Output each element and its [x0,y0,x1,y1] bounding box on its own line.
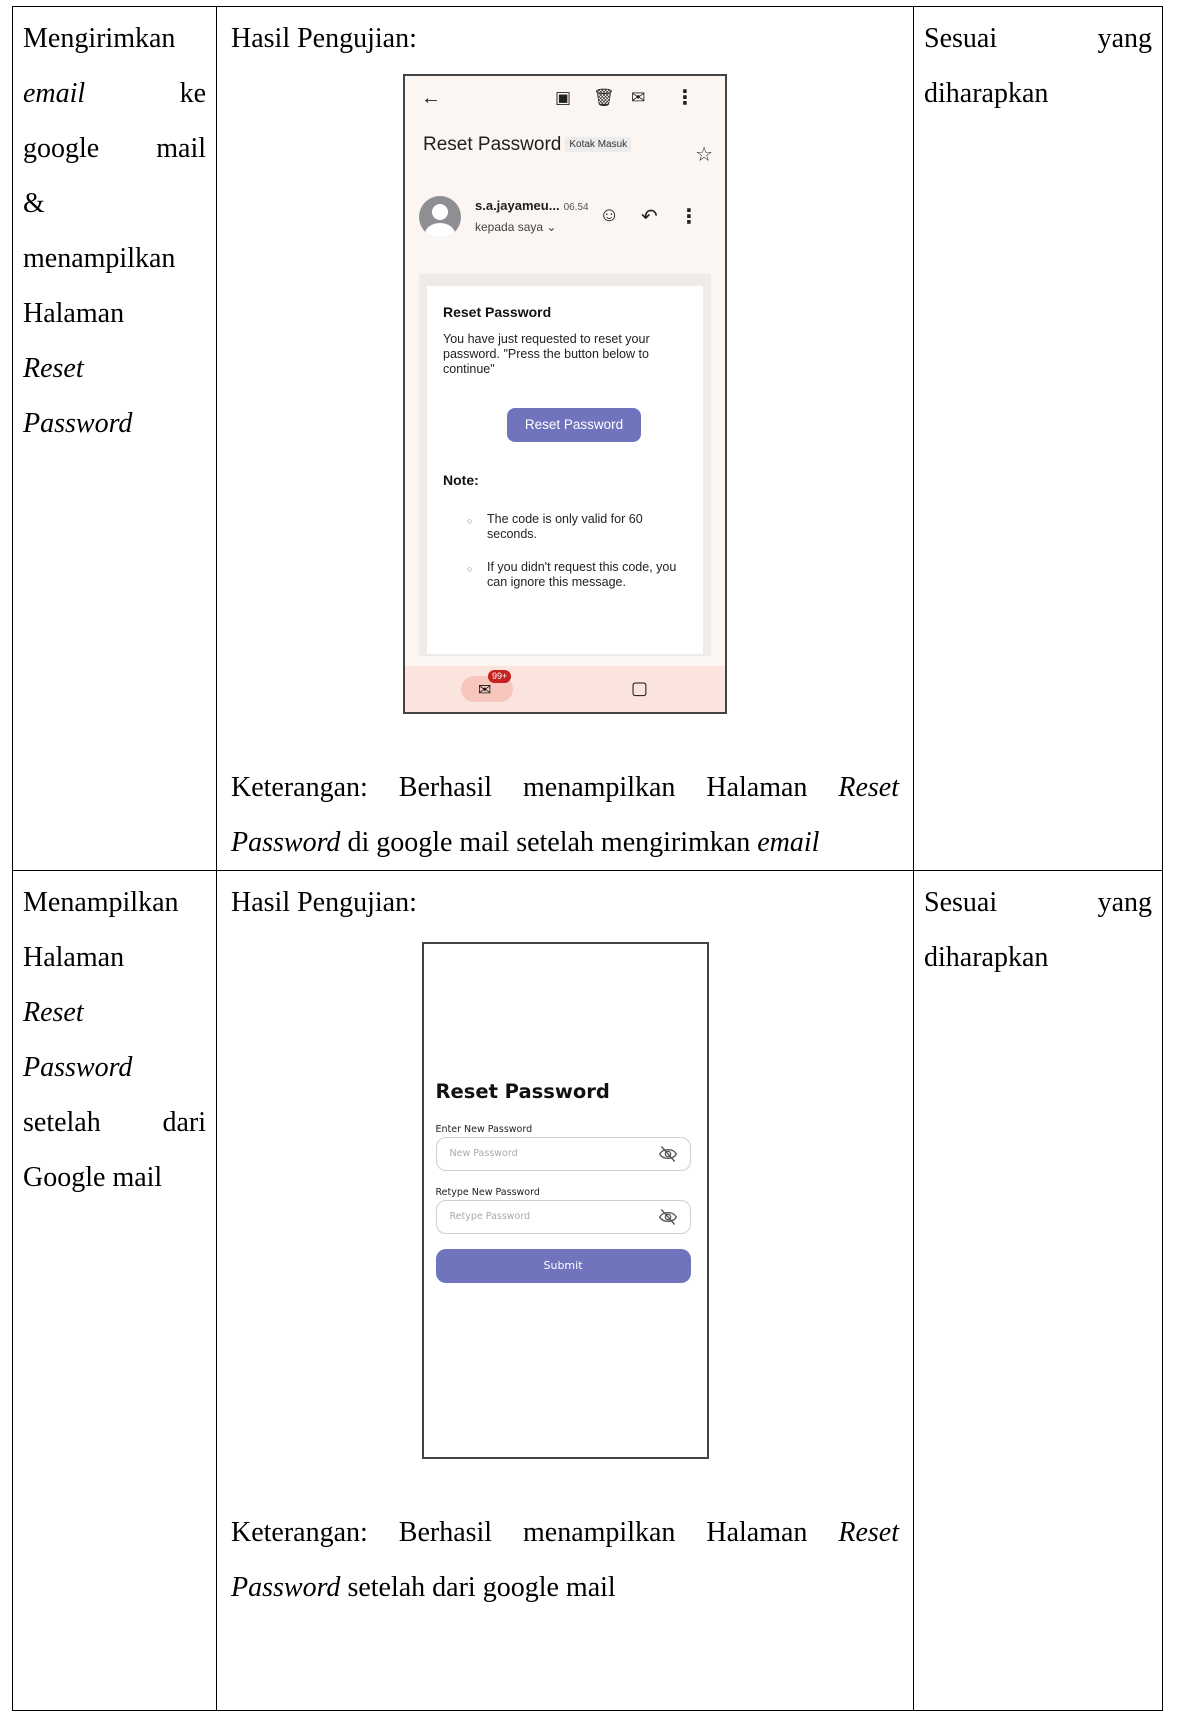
keterangan: Keterangan: Berhasil menampilkan Halaman… [217,1505,913,1615]
note-title: Note: [443,472,479,488]
keterangan-word: Reset [838,772,899,803]
keterangan-text: setelah dari google mail [340,1572,616,1603]
bottom-nav: ✉ 99+ ▢ [405,666,725,712]
new-password-placeholder: New Password [449,1148,518,1159]
email-time: 06.54 [563,202,589,213]
page-title: Reset Password [435,1080,610,1103]
scenario-line: Menampilkan [23,887,179,918]
status-cell: Sesuai yang diharapkan [913,870,1163,1711]
more-vert-icon[interactable]: ⋮ [675,88,695,108]
inbox-label-badge[interactable]: Kotak Masuk [565,137,632,152]
table-row: Mengirimkan email ke google mail & menampi… [12,6,1163,871]
scenario-word: dari [162,1107,206,1138]
table-row: Menampilkan Halaman Reset Password setel… [12,870,1163,1711]
keterangan-italic: Password [231,1572,341,1603]
keterangan-italic: Password [231,827,341,858]
status-word: yang [1097,887,1152,918]
mail-icon[interactable]: ✉ [478,680,491,700]
keterangan-text: di google mail setelah mengirimkan [340,827,758,858]
app-screenshot: Reset Password Enter New Password New Pa… [421,942,709,1459]
star-icon[interactable]: ☆ [695,142,713,167]
email-subject-text: Reset Password [423,134,562,155]
emoji-icon[interactable]: ☺ [599,204,619,227]
status-word: diharapkan [924,78,1049,109]
keterangan-word: Berhasil [398,1517,493,1548]
status-word: diharapkan [924,942,1049,973]
chevron-down-icon: ⌄ [546,220,557,234]
scenario-word: google [23,133,100,164]
keterangan-word: Keterangan: [231,772,368,803]
scenario-word: mail [156,133,206,164]
gmail-screenshot: ← ▣ 🗑︎ ✉ ⋮ Reset Password Kotak Masuk ☆ s… [403,74,727,714]
card-text: You have just requested to reset your pa… [443,332,650,376]
scenario-word: ke [179,78,206,109]
scenario-line: menampilkan [23,243,176,274]
archive-icon[interactable]: ▣ [555,88,571,108]
bullet-icon: ○ [467,516,473,526]
note-text: If you didn't request this code, you can… [487,560,677,589]
eye-off-icon[interactable] [658,1207,678,1227]
scenario-line: Reset [23,997,84,1028]
status-word: yang [1097,23,1152,54]
scenario-line: Halaman [23,298,125,329]
gmail-toolbar: ← ▣ 🗑︎ ✉ ⋮ [405,76,725,122]
video-icon[interactable]: ▢ [631,678,648,699]
scenario-cell: Mengirimkan email ke google mail & menampi… [12,6,217,871]
test-results-table: Mengirimkan email ke google mail & menampi… [12,6,1163,1711]
keterangan-word: menampilkan [523,1517,676,1548]
retype-password-label: Retype New Password [435,1187,540,1198]
keterangan: Keterangan: Berhasil menampilkan Halaman… [217,760,913,870]
bullet-icon: ○ [467,564,473,574]
keterangan-word: Keterangan: [231,1517,368,1548]
scenario-line: & [23,188,45,219]
scenario-line: Password [23,408,133,439]
new-password-field[interactable]: New Password [435,1137,691,1171]
retype-password-placeholder: Retype Password [449,1211,531,1222]
retype-password-field[interactable]: Retype Password [435,1200,691,1234]
keterangan-word: Reset [838,1517,899,1548]
scenario-cell: Menampilkan Halaman Reset Password setel… [12,870,217,1711]
keterangan-word: Berhasil [398,772,493,803]
keterangan-word: Halaman [706,1517,808,1548]
eye-off-icon[interactable] [658,1144,678,1164]
scenario-word: setelah [23,1107,101,1138]
scenario-line: Reset [23,353,84,384]
back-arrow-icon[interactable]: ← [421,88,441,108]
email-subject: Reset Password Kotak Masuk [423,134,632,156]
reset-password-button[interactable]: Reset Password [507,408,641,442]
scenario-line: Mengirimkan [23,23,176,54]
card-title: Reset Password [443,304,552,320]
submit-button[interactable]: Submit [435,1249,691,1283]
keterangan-word: Halaman [706,772,808,803]
status-word: Sesuai [924,23,998,54]
mark-unread-icon[interactable]: ✉ [631,88,645,108]
trash-icon[interactable]: 🗑︎ [593,88,615,108]
reply-icon[interactable]: ↶ [641,204,658,229]
recipient-text: kepada saya [475,220,544,234]
scenario-line: Halaman [23,942,125,973]
note-text: The code is only valid for 60 seconds. [487,512,643,541]
avatar[interactable] [419,196,461,238]
scenario-word: mail [112,1162,163,1193]
scenario-word: Google [23,1162,106,1193]
list-item: ○ The code is only valid for 60 seconds. [467,512,683,542]
recipient-line[interactable]: kepada saya ⌄ [475,220,556,234]
sender-text: s.a.jayameu... [475,198,560,213]
sender-name[interactable]: s.a.jayameu... 06.54 [475,198,589,213]
status-word: Sesuai [924,887,998,918]
more-vert-icon[interactable]: ⋮ [679,204,699,229]
result-heading: Hasil Pengujian: [231,23,417,54]
result-cell: Hasil Pengujian: ← ▣ 🗑︎ ✉ ⋮ Reset Passwo… [216,6,914,871]
list-item: ○ If you didn't request this code, you ca… [467,560,683,590]
unread-count-badge: 99+ [488,670,512,683]
keterangan-word: menampilkan [523,772,676,803]
result-heading: Hasil Pengujian: [231,887,417,918]
scenario-word: email [23,78,86,109]
new-password-label: Enter New Password [435,1124,533,1135]
scenario-line: Password [23,1052,133,1083]
keterangan-italic: email [757,827,820,858]
email-body-card: Reset Password You have just requested t… [427,286,703,654]
status-cell: Sesuai yang diharapkan [913,6,1163,871]
result-cell: Hasil Pengujian: Reset Password Enter Ne… [216,870,914,1711]
